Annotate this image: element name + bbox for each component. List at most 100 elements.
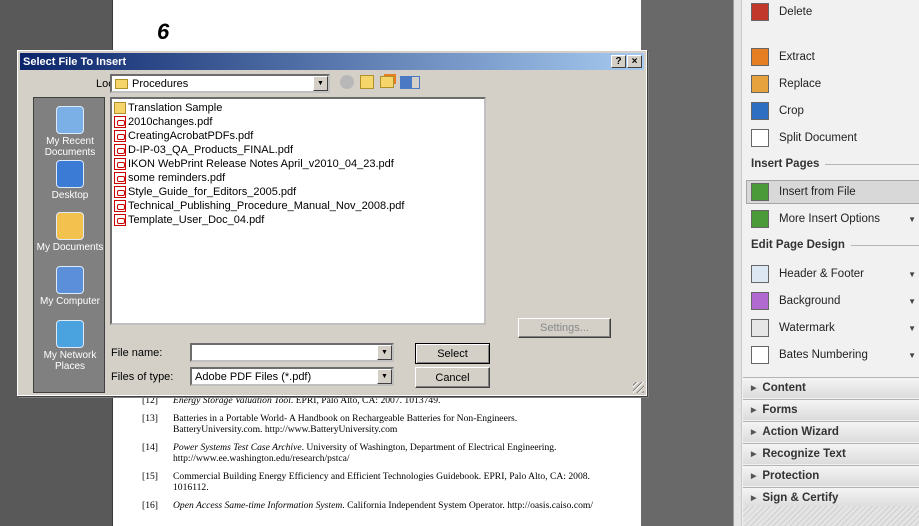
more-insert-icon	[751, 210, 769, 228]
panel-item-label: Delete	[779, 6, 813, 18]
panel-item-bates-numbering[interactable]: Bates Numbering ▼	[751, 344, 916, 366]
panel-item-delete[interactable]: Delete	[751, 1, 916, 23]
panel-item-extract[interactable]: Extract	[751, 46, 916, 68]
reference-text: Power Systems Test Case Archive. Univers…	[173, 442, 557, 464]
up-folder-icon[interactable]	[360, 75, 374, 89]
cancel-button[interactable]: Cancel	[415, 367, 490, 388]
dialog-toolbar	[340, 75, 420, 89]
reference-entry: [15] Commercial Building Energy Efficienc…	[113, 471, 643, 493]
place-label: Desktop	[51, 190, 89, 201]
expand-arrow-icon: ▶	[751, 473, 757, 480]
file-item[interactable]: some reminders.pdf	[114, 171, 225, 185]
insert-pages-section: Insert Pages	[751, 158, 919, 170]
file-item[interactable]: Template_User_Doc_04.pdf	[114, 213, 264, 227]
file-item[interactable]: Style_Guide_for_Editors_2005.pdf	[114, 185, 296, 199]
expand-arrow-icon[interactable]: ▼	[908, 270, 916, 279]
panel-item-watermark[interactable]: Watermark ▼	[751, 317, 916, 339]
reference-number: [15]	[142, 471, 158, 482]
place-my-network-places[interactable]: My Network Places	[34, 320, 106, 372]
accordion-recognize-text[interactable]: ▶ Recognize Text	[743, 443, 919, 464]
new-folder-icon[interactable]	[380, 76, 394, 88]
pdf-file-icon	[114, 200, 126, 212]
help-button[interactable]: ?	[611, 55, 626, 68]
back-icon[interactable]	[340, 75, 354, 89]
expand-arrow-icon[interactable]: ▼	[908, 351, 916, 360]
files-of-type-dropdown[interactable]: Adobe PDF Files (*.pdf) ▼	[190, 367, 394, 386]
expand-arrow-icon: ▶	[751, 429, 757, 436]
file-item[interactable]: D-IP-03_QA_Products_FINAL.pdf	[114, 143, 293, 157]
accordion-label: Content	[762, 382, 806, 394]
place-my-recent-documents[interactable]: My Recent Documents	[34, 106, 106, 158]
accordion-action-wizard[interactable]: ▶ Action Wizard	[743, 421, 919, 442]
accordion-content[interactable]: ▶ Content	[743, 377, 919, 398]
file-name: CreatingAcrobatPDFs.pdf	[128, 130, 254, 142]
panel-item-label: Header & Footer	[779, 268, 865, 280]
accordion-sign-certify[interactable]: ▶ Sign & Certify	[743, 487, 919, 508]
places-bar: My Recent Documents Desktop My Documents My…	[33, 97, 105, 393]
view-menu-icon[interactable]	[400, 75, 420, 89]
accordion-protection[interactable]: ▶ Protection	[743, 465, 919, 486]
reference-entry: [12] Energy Storage Valuation Tool. EPRI,…	[113, 395, 643, 406]
expand-arrow-icon: ▶	[751, 451, 757, 458]
file-name-input[interactable]: ▼	[190, 343, 394, 362]
reference-number: [16]	[142, 500, 158, 511]
file-list[interactable]: Translation Sample 2010changes.pdf Creatin…	[110, 97, 486, 325]
dialog-titlebar[interactable]: Select File To Insert ? ×	[20, 53, 644, 70]
panel-item-header-footer[interactable]: Header & Footer ▼	[751, 263, 916, 285]
place-desktop[interactable]: Desktop	[34, 160, 106, 201]
file-item[interactable]: IKON WebPrint Release Notes April_v2010_…	[114, 157, 394, 171]
header-footer-icon	[751, 265, 769, 283]
pdf-file-icon	[114, 158, 126, 170]
file-name: Translation Sample	[128, 102, 223, 114]
reference-entry: [13] Batteries in a Portable World- A Han…	[113, 413, 643, 435]
reference-number: [14]	[142, 442, 158, 453]
folder-item[interactable]: Translation Sample	[114, 101, 222, 115]
place-my-documents[interactable]: My Documents	[34, 212, 106, 253]
expand-arrow-icon[interactable]: ▼	[908, 324, 916, 333]
reference-number: [12]	[142, 395, 158, 406]
edit-page-design-title: Edit Page Design	[751, 239, 845, 251]
accordion-forms[interactable]: ▶ Forms	[743, 399, 919, 420]
panel-scrollbar[interactable]	[734, 0, 742, 526]
crop-icon	[751, 102, 769, 120]
expand-arrow-icon[interactable]: ▼	[908, 215, 916, 224]
file-item[interactable]: CreatingAcrobatPDFs.pdf	[114, 129, 253, 143]
place-my-computer[interactable]: My Computer	[34, 266, 106, 307]
file-item[interactable]: Technical_Publishing_Procedure_Manual_No…	[114, 199, 404, 213]
recent-documents-icon	[56, 106, 84, 134]
accordion-label: Sign & Certify	[762, 492, 839, 504]
delete-page-icon	[751, 3, 769, 21]
reference-text: Commercial Building Energy Efficiency an…	[173, 471, 590, 493]
panel-item-crop[interactable]: Crop	[751, 100, 916, 122]
panel-item-label: More Insert Options	[779, 213, 880, 225]
file-name: D-IP-03_QA_Products_FINAL.pdf	[128, 144, 294, 156]
insert-file-icon	[751, 183, 769, 201]
look-in-dropdown[interactable]: Procedures ▼	[110, 74, 330, 93]
accordion-label: Forms	[762, 404, 798, 416]
reference-list: [12] Energy Storage Valuation Tool. EPRI,…	[113, 395, 643, 518]
panel-item-label: Crop	[779, 105, 804, 117]
chevron-down-icon[interactable]: ▼	[313, 76, 328, 91]
settings-button[interactable]: Settings...	[518, 318, 611, 338]
select-button[interactable]: Select	[415, 343, 490, 364]
dialog-title: Select File To Insert	[23, 55, 127, 68]
panel-item-split-document[interactable]: Split Document	[751, 127, 916, 149]
folder-icon	[115, 78, 128, 89]
reference-number: [13]	[142, 413, 158, 424]
chevron-down-icon[interactable]: ▼	[377, 345, 392, 360]
panel-item-replace[interactable]: Replace	[751, 73, 916, 95]
page-number: 6	[157, 19, 170, 44]
chevron-down-icon[interactable]: ▼	[377, 369, 392, 384]
file-name: 2010changes.pdf	[128, 116, 213, 128]
panel-item-more-insert-options[interactable]: More Insert Options ▼	[751, 208, 916, 230]
file-item[interactable]: 2010changes.pdf	[114, 115, 212, 129]
expand-arrow-icon: ▶	[751, 495, 757, 502]
close-button[interactable]: ×	[627, 55, 642, 68]
accordion-label: Action Wizard	[762, 426, 839, 438]
pdf-file-icon	[114, 172, 126, 184]
reference-entry: [16] Open Access Same-time Information Sy…	[113, 500, 643, 511]
panel-item-background[interactable]: Background ▼	[751, 290, 916, 312]
resize-grip-icon[interactable]	[633, 382, 644, 393]
expand-arrow-icon[interactable]: ▼	[908, 297, 916, 306]
panel-item-insert-from-file[interactable]: Insert from File	[751, 181, 916, 203]
